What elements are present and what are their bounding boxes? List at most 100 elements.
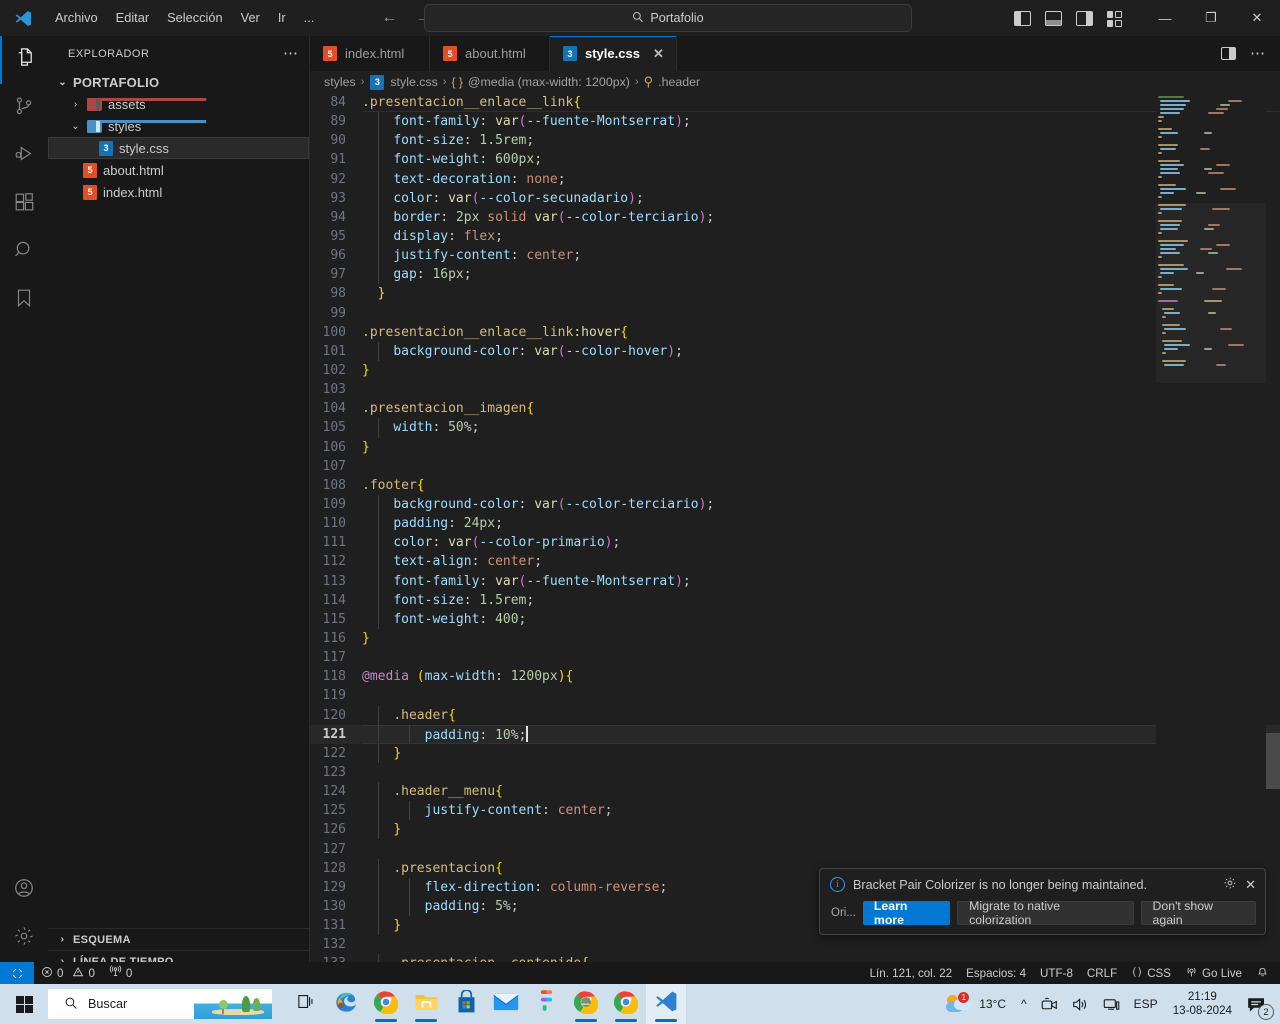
- sidebar-section-esquema[interactable]: › ESQUEMA: [48, 928, 309, 950]
- tab-about-html[interactable]: 5 about.html: [430, 36, 550, 71]
- code-line[interactable]: 106}: [310, 438, 1280, 457]
- activity-source-control[interactable]: [0, 84, 48, 132]
- encoding-status[interactable]: UTF-8: [1033, 962, 1080, 984]
- activity-accounts[interactable]: [0, 866, 48, 914]
- weather-widget[interactable]: 1 13°C: [938, 992, 1014, 1014]
- editor-more-actions-icon[interactable]: ⋯: [1250, 46, 1266, 61]
- menu-editar[interactable]: Editar: [107, 4, 158, 32]
- code-line[interactable]: 125 justify-content: center;: [310, 801, 1280, 821]
- activity-search[interactable]: [0, 228, 48, 276]
- tree-item-index-html[interactable]: 5 index.html: [48, 181, 309, 203]
- taskbar-file-explorer[interactable]: [406, 984, 446, 1024]
- breadcrumb-symbol[interactable]: @media (max-width: 1200px): [468, 75, 630, 89]
- tab-index-html[interactable]: 5 index.html: [310, 36, 430, 71]
- problems-status[interactable]: 0 0: [34, 962, 102, 984]
- breadcrumb-folder[interactable]: styles: [324, 75, 356, 89]
- code-line[interactable]: 94 border: 2px solid var(--color-terciar…: [310, 207, 1280, 227]
- code-line[interactable]: 110 padding: 24px;: [310, 514, 1280, 534]
- command-center-search[interactable]: Portafolio: [424, 4, 912, 32]
- volume-icon[interactable]: [1065, 984, 1096, 1024]
- go-live-status[interactable]: Go Live: [1178, 962, 1249, 984]
- minimap[interactable]: [1156, 93, 1266, 972]
- code-line[interactable]: 96 justify-content: center;: [310, 246, 1280, 266]
- taskbar-chrome-window-3[interactable]: [606, 984, 646, 1024]
- clock[interactable]: 21:19 13-08-2024: [1165, 990, 1240, 1018]
- customize-layout-icon[interactable]: [1107, 10, 1124, 27]
- code-line[interactable]: 112 text-align: center;: [310, 552, 1280, 572]
- menu-bar[interactable]: Archivo Editar Selección Ver Ir ...: [46, 4, 323, 32]
- toggle-panel-icon[interactable]: [1045, 10, 1062, 26]
- code-line[interactable]: 95 display: flex;: [310, 226, 1280, 247]
- code-line[interactable]: 115 font-weight: 400;: [310, 609, 1280, 629]
- code-line[interactable]: 107: [310, 457, 1280, 476]
- indentation-status[interactable]: Espacios: 4: [959, 962, 1033, 984]
- taskbar-mail[interactable]: [486, 984, 526, 1024]
- menu-ver[interactable]: Ver: [232, 4, 269, 32]
- language-mode-status[interactable]: CSS: [1124, 962, 1178, 984]
- eol-status[interactable]: CRLF: [1080, 962, 1124, 984]
- language-indicator[interactable]: ESP: [1127, 984, 1165, 1024]
- code-line[interactable]: 108 .footer{: [310, 476, 1280, 495]
- code-line[interactable]: 113 font-family: var(--fuente-Montserrat…: [310, 571, 1280, 591]
- code-line[interactable]: 89 font-family: var(--fuente-Montserrat)…: [310, 112, 1280, 132]
- code-line[interactable]: 103: [310, 380, 1280, 399]
- dont-show-again-button[interactable]: Don't show again: [1140, 899, 1256, 927]
- taskbar-microsoft-store[interactable]: [446, 984, 486, 1024]
- code-line[interactable]: 104 .presentacion__imagen{: [310, 399, 1280, 418]
- code-line[interactable]: 109 background-color: var(--color-tercia…: [310, 494, 1280, 515]
- tree-item-about-html[interactable]: 5 about.html: [48, 159, 309, 181]
- tree-item-styles[interactable]: ⌄ styles: [48, 115, 309, 137]
- activity-extensions[interactable]: [0, 180, 48, 228]
- scrollbar-thumb[interactable]: [1266, 733, 1280, 789]
- code-line[interactable]: 118 @media (max-width: 1200px){: [310, 667, 1280, 686]
- editor-vertical-scrollbar[interactable]: [1266, 93, 1280, 972]
- navigate-back-icon[interactable]: ←: [381, 10, 397, 26]
- minimap-slider[interactable]: [1156, 203, 1266, 383]
- tree-item-style-css[interactable]: 3 style.css: [48, 137, 309, 159]
- code-line[interactable]: 97 gap: 16px;: [310, 265, 1280, 285]
- activity-run-debug[interactable]: [0, 132, 48, 180]
- menu-ir[interactable]: Ir: [269, 4, 295, 32]
- notification-center-button[interactable]: 2: [1240, 984, 1276, 1024]
- code-line[interactable]: 121 padding: 10%;: [310, 724, 1280, 744]
- close-icon[interactable]: ✕: [1245, 877, 1256, 893]
- activity-bookmarks[interactable]: [0, 276, 48, 324]
- menu-more[interactable]: ...: [295, 4, 324, 32]
- taskbar-microsoft-edge[interactable]: [326, 984, 366, 1024]
- code-line[interactable]: 84 .presentacion__enlace__link{: [310, 93, 1280, 113]
- tab-style-css[interactable]: 3 style.css ✕: [550, 36, 677, 71]
- gear-icon[interactable]: [1223, 876, 1237, 893]
- code-line[interactable]: 92 text-decoration: none;: [310, 169, 1280, 189]
- taskbar-chrome-window-2[interactable]: [566, 984, 606, 1024]
- split-editor-icon[interactable]: [1221, 47, 1236, 60]
- code-lines[interactable]: 84 .presentacion__enlace__link{89 font-fa…: [310, 93, 1280, 972]
- code-line[interactable]: 114 font-size: 1.5rem;: [310, 590, 1280, 610]
- tab-close-icon[interactable]: ✕: [653, 46, 664, 62]
- close-button[interactable]: ✕: [1234, 0, 1280, 36]
- code-line[interactable]: 120 .header{: [310, 705, 1280, 725]
- tray-expand-button[interactable]: ^: [1014, 984, 1034, 1024]
- sidebar-more-actions-icon[interactable]: ⋯: [283, 46, 299, 61]
- code-line[interactable]: 126 }: [310, 820, 1280, 840]
- menu-seleccion[interactable]: Selección: [158, 4, 232, 32]
- tree-root-portafolio[interactable]: ⌄ PORTAFOLIO: [48, 71, 309, 93]
- start-button[interactable]: [0, 984, 48, 1024]
- code-line[interactable]: 132: [310, 935, 1280, 954]
- activity-explorer[interactable]: [0, 36, 48, 84]
- code-line[interactable]: 99: [310, 304, 1280, 323]
- taskbar-figma[interactable]: [526, 984, 566, 1024]
- code-line[interactable]: 101 background-color: var(--color-hover)…: [310, 341, 1280, 361]
- remote-window-icon[interactable]: [0, 962, 34, 984]
- taskbar-google-chrome[interactable]: [366, 984, 406, 1024]
- toggle-secondary-sidebar-icon[interactable]: [1076, 10, 1093, 26]
- learn-more-button[interactable]: Learn more: [862, 899, 951, 927]
- code-line[interactable]: 116}: [310, 629, 1280, 648]
- code-line[interactable]: 127: [310, 839, 1280, 858]
- code-line[interactable]: 93 color: var(--color-secunadario);: [310, 188, 1280, 208]
- migrate-button[interactable]: Migrate to native colorization: [957, 899, 1134, 927]
- menu-archivo[interactable]: Archivo: [46, 4, 107, 32]
- cursor-position-status[interactable]: Lín. 121, col. 22: [863, 962, 960, 984]
- code-line[interactable]: 122 }: [310, 743, 1280, 763]
- notifications-bell[interactable]: [1249, 962, 1276, 984]
- ports-status[interactable]: 0: [102, 962, 139, 984]
